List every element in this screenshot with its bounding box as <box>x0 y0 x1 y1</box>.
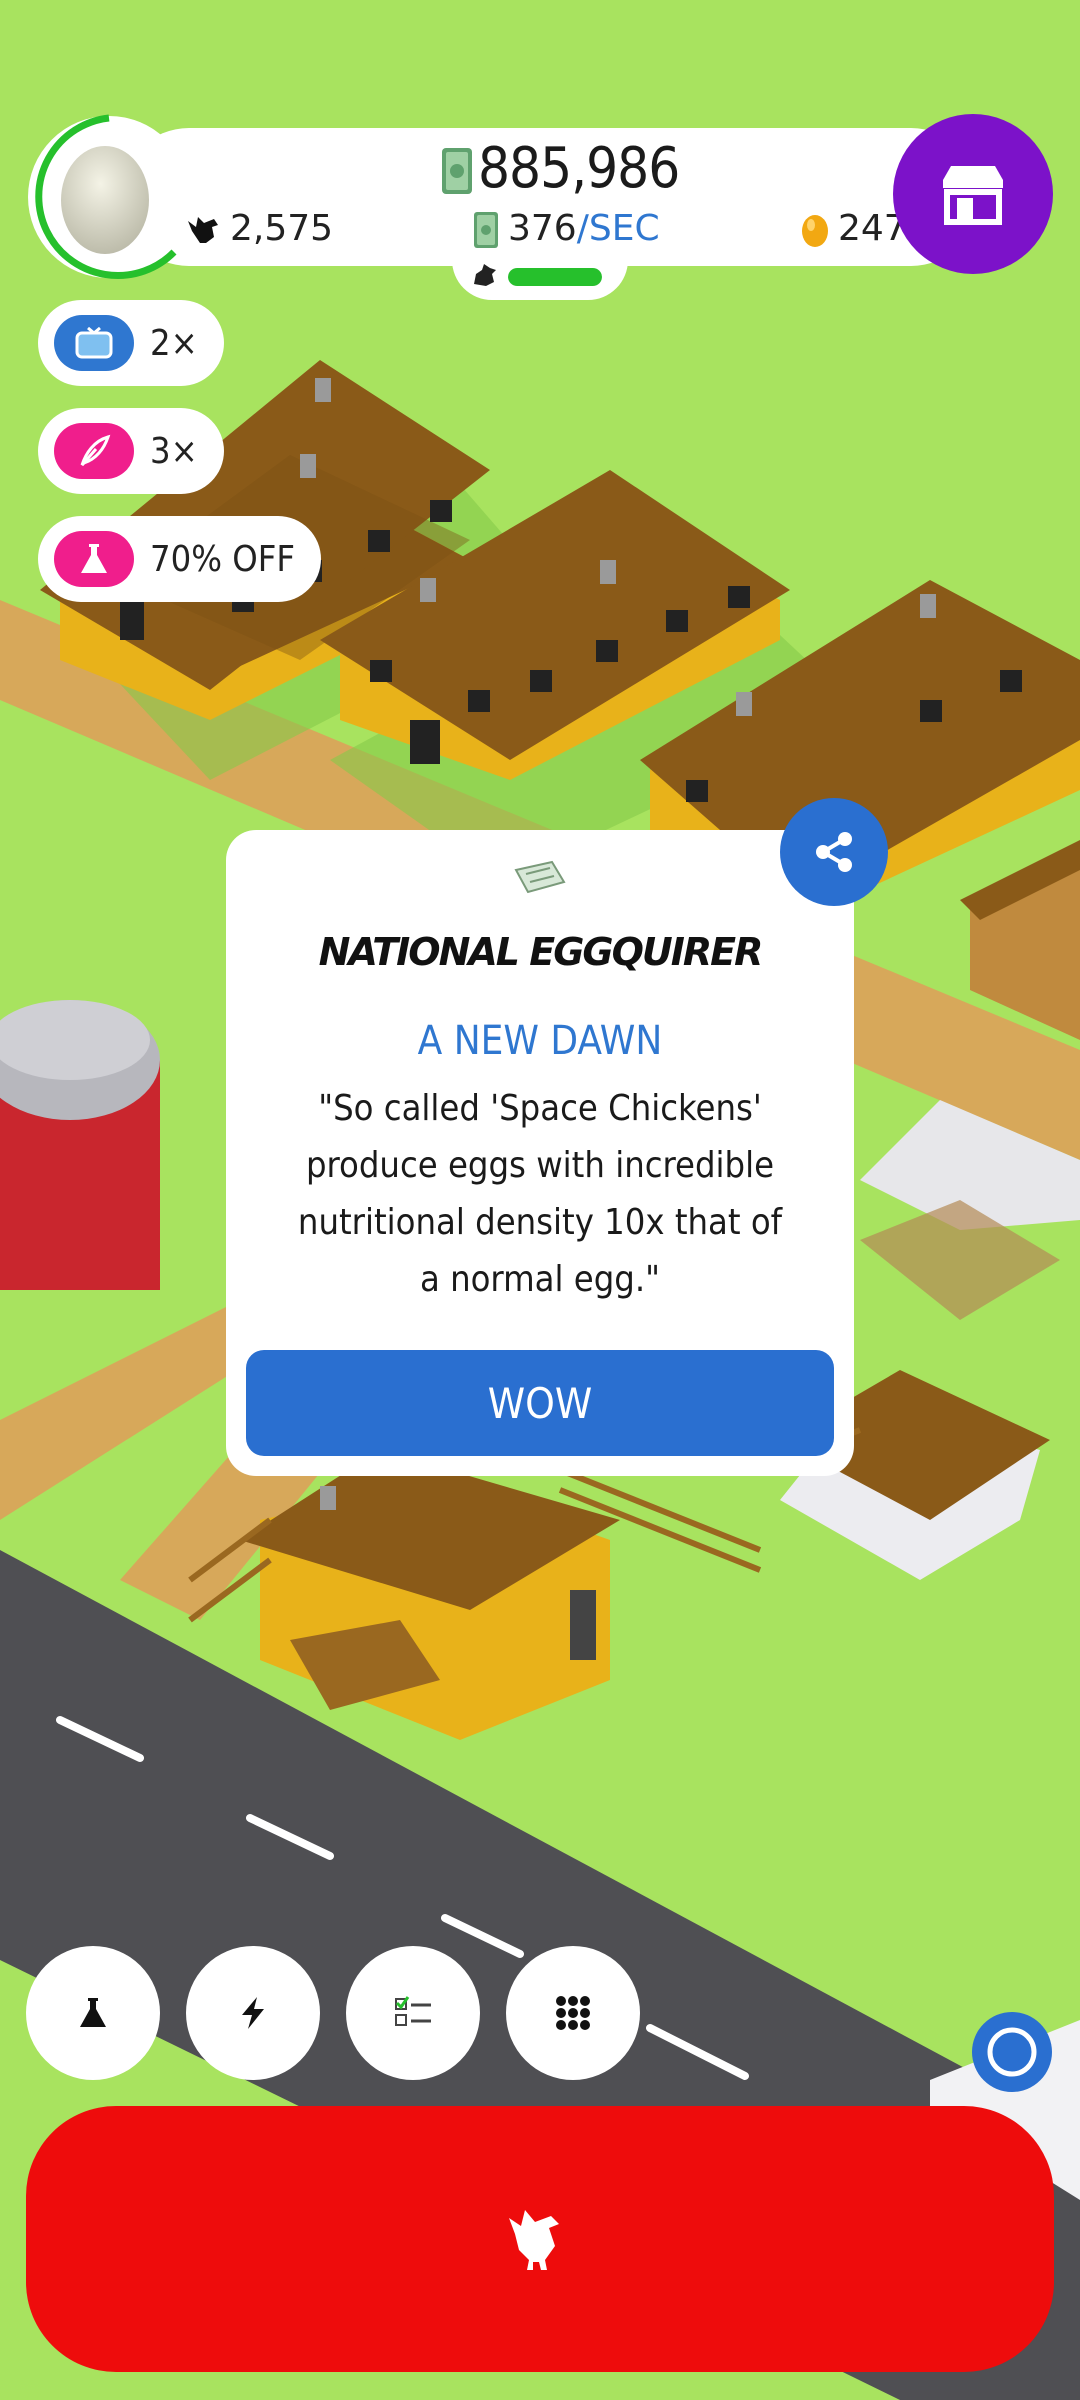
hatchery-progress-fill <box>508 268 602 286</box>
boost-pill-multiplier[interactable]: 3× <box>38 408 224 494</box>
tv-ad-icon <box>54 315 134 371</box>
target-ring-icon <box>987 2027 1037 2077</box>
golden-egg-count: 247 <box>800 208 907 249</box>
checklist-icon <box>395 1996 431 2026</box>
share-icon <box>816 832 852 872</box>
news-body: "So called 'Space Chickens' produce eggs… <box>297 1088 783 1300</box>
grid-menu-icon <box>556 1996 590 2030</box>
boost-discount-label: 70% OFF <box>150 538 296 580</box>
income-rate-value: 376 <box>508 208 577 249</box>
news-title: NATIONAL EGGQUIRER <box>318 930 764 974</box>
store-icon <box>943 166 1003 225</box>
menu-button[interactable] <box>506 1946 640 2080</box>
chicken-count: 2,575 <box>186 208 333 249</box>
feather-quill-icon <box>54 423 134 479</box>
news-popup: NATIONAL EGGQUIRER A NEW DAWN "So called… <box>226 830 854 1476</box>
boost-pill-discount[interactable]: 70% OFF <box>38 516 322 602</box>
shop-button[interactable] <box>893 114 1053 274</box>
wow-button[interactable]: WOW <box>246 1350 834 1456</box>
boost-pill-ad[interactable]: 2× <box>38 300 224 386</box>
hatchery-progress-bar <box>508 268 602 286</box>
boost-multiplier-label: 3× <box>150 430 198 472</box>
news-headline: A NEW DAWN <box>417 1018 663 1064</box>
cash-rate-icon <box>474 212 498 248</box>
flask-icon <box>80 1998 106 2027</box>
boosts-button[interactable] <box>186 1946 320 2080</box>
income-rate: 376/SEC <box>508 208 660 249</box>
share-button[interactable] <box>780 798 888 906</box>
chicken-count-value: 2,575 <box>230 208 334 249</box>
cash-icon <box>442 148 472 194</box>
research-button[interactable] <box>26 1946 160 2080</box>
golden-egg-icon <box>802 214 828 247</box>
egg-icon[interactable] <box>58 136 152 254</box>
hatch-chicken-button[interactable] <box>26 2106 1054 2372</box>
chicken-icon <box>188 216 218 243</box>
newspaper-icon <box>514 860 566 894</box>
flask-icon <box>54 531 134 587</box>
lightning-icon <box>242 1997 264 2029</box>
missions-button[interactable] <box>346 1946 480 2080</box>
income-rate-unit: /SEC <box>576 208 660 249</box>
chicken-icon <box>509 2210 559 2270</box>
money-value: 885,986 <box>478 136 680 201</box>
camera-toggle-button[interactable] <box>972 2012 1052 2092</box>
hen-house-icon <box>474 264 496 286</box>
boost-ad-label: 2× <box>150 322 198 364</box>
